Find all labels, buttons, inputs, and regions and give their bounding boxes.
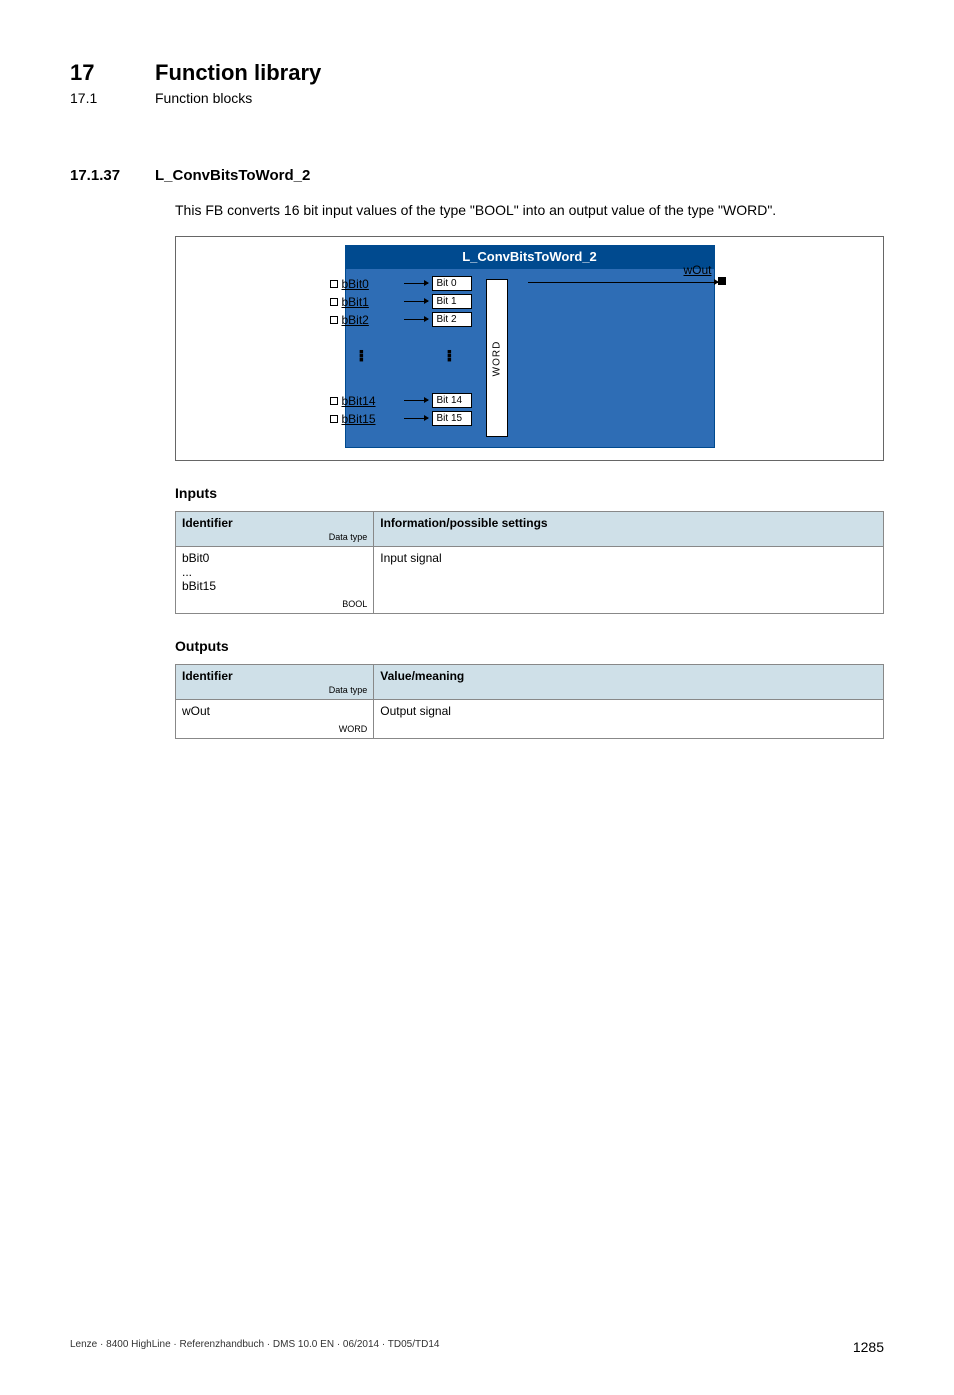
arrow-icon xyxy=(404,319,428,320)
input-bbit2: bBit2 xyxy=(342,313,369,327)
col-identifier: Identifier Data type xyxy=(176,512,374,547)
info-cell: Input signal xyxy=(374,547,884,614)
identifier-cell: wOut WORD xyxy=(176,700,374,739)
word-box: WORD xyxy=(486,279,508,437)
col-value: Value/meaning xyxy=(374,665,884,700)
bit15-box: Bit 15 xyxy=(432,411,472,426)
input-port-icon xyxy=(330,298,338,306)
col-identifier: Identifier Data type xyxy=(176,665,374,700)
inputs-table: Identifier Data type Information/possibl… xyxy=(175,511,884,614)
bit2-box: Bit 2 xyxy=(432,312,472,327)
input-bbit15: bBit15 xyxy=(342,412,376,426)
identifier-line: bBit15 xyxy=(182,579,216,593)
footer-text: Lenze · 8400 HighLine · Referenzhandbuch… xyxy=(70,1339,439,1355)
datatype-label: Data type xyxy=(182,685,367,695)
output-port-icon xyxy=(718,277,726,285)
input-bbit0: bBit0 xyxy=(342,277,369,291)
input-port-icon xyxy=(330,280,338,288)
datatype-value: WORD xyxy=(182,724,367,734)
inputs-heading: Inputs xyxy=(175,485,884,501)
arrow-icon xyxy=(404,301,428,302)
input-port-icon xyxy=(330,415,338,423)
outputs-table: Identifier Data type Value/meaning wOut … xyxy=(175,664,884,739)
outputs-heading: Outputs xyxy=(175,638,884,654)
chapter-title: Function library xyxy=(155,60,321,86)
section-description: This FB converts 16 bit input values of … xyxy=(175,202,884,218)
input-bbit14: bBit14 xyxy=(342,394,376,408)
table-row: wOut WORD Output signal xyxy=(176,700,884,739)
arrow-icon xyxy=(404,400,428,401)
col-info: Information/possible settings xyxy=(374,512,884,547)
subchapter-number: 17.1 xyxy=(70,90,125,106)
output-wout: wOut xyxy=(683,263,711,277)
page-footer: Lenze · 8400 HighLine · Referenzhandbuch… xyxy=(70,1339,884,1355)
col-identifier-label: Identifier xyxy=(182,516,233,530)
word-label: WORD xyxy=(491,340,502,376)
table-row: bBit0 ... bBit15 BOOL Input signal xyxy=(176,547,884,614)
ellipsis-icon: ▪▪▪ xyxy=(358,349,366,361)
identifier-cell: bBit0 ... bBit15 BOOL xyxy=(176,547,374,614)
bit14-box: Bit 14 xyxy=(432,393,472,408)
subchapter-heading: 17.1 Function blocks xyxy=(70,90,884,106)
datatype-label: Data type xyxy=(182,532,367,542)
function-block-body: bBit0 bBit1 bBit2 ▪▪▪ bBi xyxy=(345,268,715,448)
chapter-number: 17 xyxy=(70,60,125,86)
input-bbit1: bBit1 xyxy=(342,295,369,309)
subchapter-title: Function blocks xyxy=(155,90,252,106)
section-number: 17.1.37 xyxy=(70,167,125,184)
value-cell: Output signal xyxy=(374,700,884,739)
input-port-icon xyxy=(330,397,338,405)
page-number: 1285 xyxy=(853,1339,884,1355)
block-diagram: L_ConvBitsToWord_2 bBit0 bBit1 bBit2 xyxy=(175,236,884,461)
bit1-box: Bit 1 xyxy=(432,294,472,309)
identifier-line: ... xyxy=(182,565,192,579)
col-identifier-label: Identifier xyxy=(182,669,233,683)
output-port xyxy=(718,277,726,285)
divider xyxy=(70,136,884,137)
identifier-line: bBit0 xyxy=(182,551,209,565)
arrow-icon xyxy=(404,283,428,284)
chapter-heading: 17 Function library xyxy=(70,60,884,86)
input-port-icon xyxy=(330,316,338,324)
ellipsis-icon: ▪▪▪ xyxy=(446,349,454,361)
bit0-box: Bit 0 xyxy=(432,276,472,291)
arrow-icon xyxy=(528,282,718,283)
section-heading: 17.1.37 L_ConvBitsToWord_2 xyxy=(70,167,884,184)
identifier-line: wOut xyxy=(182,704,210,718)
section-title: L_ConvBitsToWord_2 xyxy=(155,167,310,184)
arrow-icon xyxy=(404,418,428,419)
datatype-value: BOOL xyxy=(182,599,367,609)
diagram-title: L_ConvBitsToWord_2 xyxy=(345,245,715,268)
